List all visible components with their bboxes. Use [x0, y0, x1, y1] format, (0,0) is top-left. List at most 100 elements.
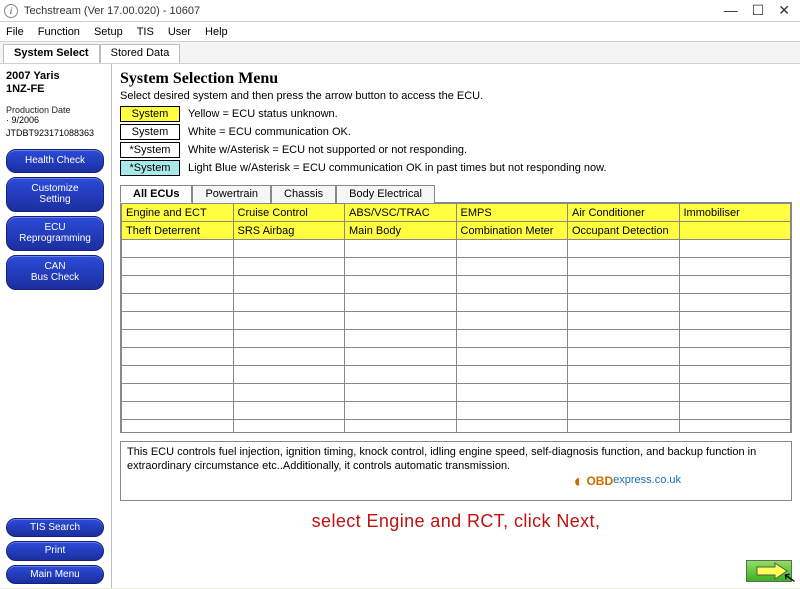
- can-bus-check-button[interactable]: CAN Bus Check: [6, 255, 104, 290]
- main-menu-button[interactable]: Main Menu: [6, 565, 104, 585]
- ecu-cell[interactable]: Occupant Detection: [568, 222, 680, 240]
- ecu-row-empty: [122, 312, 791, 330]
- ecu-cell-empty: [456, 402, 568, 420]
- ecu-cell-empty: [233, 384, 345, 402]
- legend-white-text: White = ECU communication OK.: [188, 126, 351, 138]
- ecu-cell-empty: [568, 402, 680, 420]
- menu-file[interactable]: File: [6, 26, 24, 38]
- instruction-caption: select Engine and RCT, click Next,: [120, 511, 792, 532]
- ecu-cell[interactable]: [679, 222, 791, 240]
- ecu-cell-empty: [122, 240, 234, 258]
- ecu-cell-empty: [233, 348, 345, 366]
- tis-search-button[interactable]: TIS Search: [6, 518, 104, 538]
- menu-help[interactable]: Help: [205, 26, 228, 38]
- content-pane: System Selection Menu Select desired sys…: [112, 64, 800, 588]
- ecu-cell-empty: [122, 258, 234, 276]
- ecu-cell[interactable]: Theft Deterrent: [122, 222, 234, 240]
- menu-function[interactable]: Function: [38, 26, 80, 38]
- ecu-grid: Engine and ECTCruise ControlABS/VSC/TRAC…: [121, 203, 791, 433]
- window-titlebar: i Techstream (Ver 17.00.020) - 10607 — ☐…: [0, 0, 800, 22]
- customize-setting-button[interactable]: Customize Setting: [6, 177, 104, 212]
- ecu-cell[interactable]: Air Conditioner: [568, 204, 680, 222]
- menu-tis[interactable]: TIS: [137, 26, 154, 38]
- ecu-row-empty: [122, 366, 791, 384]
- ecu-cell-empty: [233, 330, 345, 348]
- health-check-button[interactable]: Health Check: [6, 149, 104, 173]
- ecu-row-empty: [122, 420, 791, 434]
- ecu-cell-empty: [122, 330, 234, 348]
- ecu-cell-empty: [568, 294, 680, 312]
- vin: JTDBT923171088363: [6, 128, 105, 138]
- ecu-cell[interactable]: Combination Meter: [456, 222, 568, 240]
- close-button[interactable]: ✕: [778, 2, 790, 19]
- ecu-cell-empty: [456, 294, 568, 312]
- ecu-cell-empty: [345, 240, 457, 258]
- ecu-cell-empty: [679, 330, 791, 348]
- ecu-row-empty: [122, 402, 791, 420]
- vehicle-info: 2007 Yaris 1NZ-FE Production Date · 9/20…: [6, 70, 105, 141]
- ecu-row[interactable]: Theft DeterrentSRS AirbagMain BodyCombin…: [122, 222, 791, 240]
- ecu-cell[interactable]: EMPS: [456, 204, 568, 222]
- legend-lightblue-text: Light Blue w/Asterisk = ECU communicatio…: [188, 162, 607, 174]
- ecu-row-empty: [122, 258, 791, 276]
- ecu-description-box: This ECU controls fuel injection, igniti…: [120, 441, 792, 501]
- ecu-cell[interactable]: Cruise Control: [233, 204, 345, 222]
- maximize-button[interactable]: ☐: [752, 2, 765, 19]
- cursor-icon: ↖: [781, 567, 798, 589]
- ecu-cell-empty: [233, 402, 345, 420]
- toolbar: System Select Stored Data: [0, 42, 800, 64]
- ecu-cell-empty: [456, 330, 568, 348]
- ecutab-all[interactable]: All ECUs: [120, 185, 192, 203]
- minimize-button[interactable]: —: [724, 2, 738, 19]
- sidebar: 2007 Yaris 1NZ-FE Production Date · 9/20…: [0, 64, 112, 588]
- ecu-cell-empty: [568, 330, 680, 348]
- ecu-cell-empty: [233, 276, 345, 294]
- ecu-cell-empty: [233, 240, 345, 258]
- ecu-cell-empty: [345, 276, 457, 294]
- ecu-cell[interactable]: ABS/VSC/TRAC: [345, 204, 457, 222]
- ecu-cell-empty: [345, 384, 457, 402]
- ecu-cell-empty: [456, 258, 568, 276]
- ecu-cell-empty: [233, 258, 345, 276]
- ecu-cell-empty: [122, 420, 234, 434]
- legend-lightblue: *System: [120, 160, 180, 176]
- ecu-cell-empty: [679, 312, 791, 330]
- ecu-cell-empty: [345, 402, 457, 420]
- menu-user[interactable]: User: [168, 26, 191, 38]
- ecu-cell-empty: [679, 366, 791, 384]
- ecu-cell-empty: [679, 294, 791, 312]
- ecu-cell-empty: [679, 420, 791, 434]
- ecu-cell-empty: [345, 312, 457, 330]
- prod-date-label: Production Date: [6, 105, 105, 115]
- ecu-cell-empty: [568, 312, 680, 330]
- ecu-grid-scroll[interactable]: Engine and ECTCruise ControlABS/VSC/TRAC…: [120, 203, 792, 433]
- legend-yellow: System: [120, 106, 180, 122]
- ecu-cell-empty: [345, 366, 457, 384]
- ecu-cell-empty: [456, 384, 568, 402]
- tab-system-select[interactable]: System Select: [3, 44, 100, 63]
- ecu-cell[interactable]: Engine and ECT: [122, 204, 234, 222]
- ecu-cell[interactable]: Main Body: [345, 222, 457, 240]
- ecu-cell[interactable]: SRS Airbag: [233, 222, 345, 240]
- ecu-cell-empty: [122, 276, 234, 294]
- vehicle-engine: 1NZ-FE: [6, 83, 105, 95]
- ecu-row[interactable]: Engine and ECTCruise ControlABS/VSC/TRAC…: [122, 204, 791, 222]
- ecu-cell-empty: [345, 330, 457, 348]
- print-button[interactable]: Print: [6, 541, 104, 561]
- ecu-reprogramming-button[interactable]: ECU Reprogramming: [6, 216, 104, 251]
- menu-setup[interactable]: Setup: [94, 26, 123, 38]
- vehicle-model: 2007 Yaris: [6, 70, 105, 83]
- ecu-cell-empty: [568, 348, 680, 366]
- watermark-logo-icon: ◐: [574, 470, 585, 493]
- ecu-cell-empty: [345, 258, 457, 276]
- tab-stored-data[interactable]: Stored Data: [100, 44, 181, 63]
- ecu-row-empty: [122, 348, 791, 366]
- ecu-row-empty: [122, 330, 791, 348]
- page-title: System Selection Menu: [120, 70, 792, 88]
- ecu-row-empty: [122, 384, 791, 402]
- menubar: File Function Setup TIS User Help: [0, 22, 800, 42]
- ecutab-powertrain[interactable]: Powertrain: [192, 185, 271, 203]
- ecu-cell[interactable]: Immobiliser: [679, 204, 791, 222]
- ecutab-chassis[interactable]: Chassis: [271, 185, 336, 203]
- ecutab-body[interactable]: Body Electrical: [336, 185, 435, 203]
